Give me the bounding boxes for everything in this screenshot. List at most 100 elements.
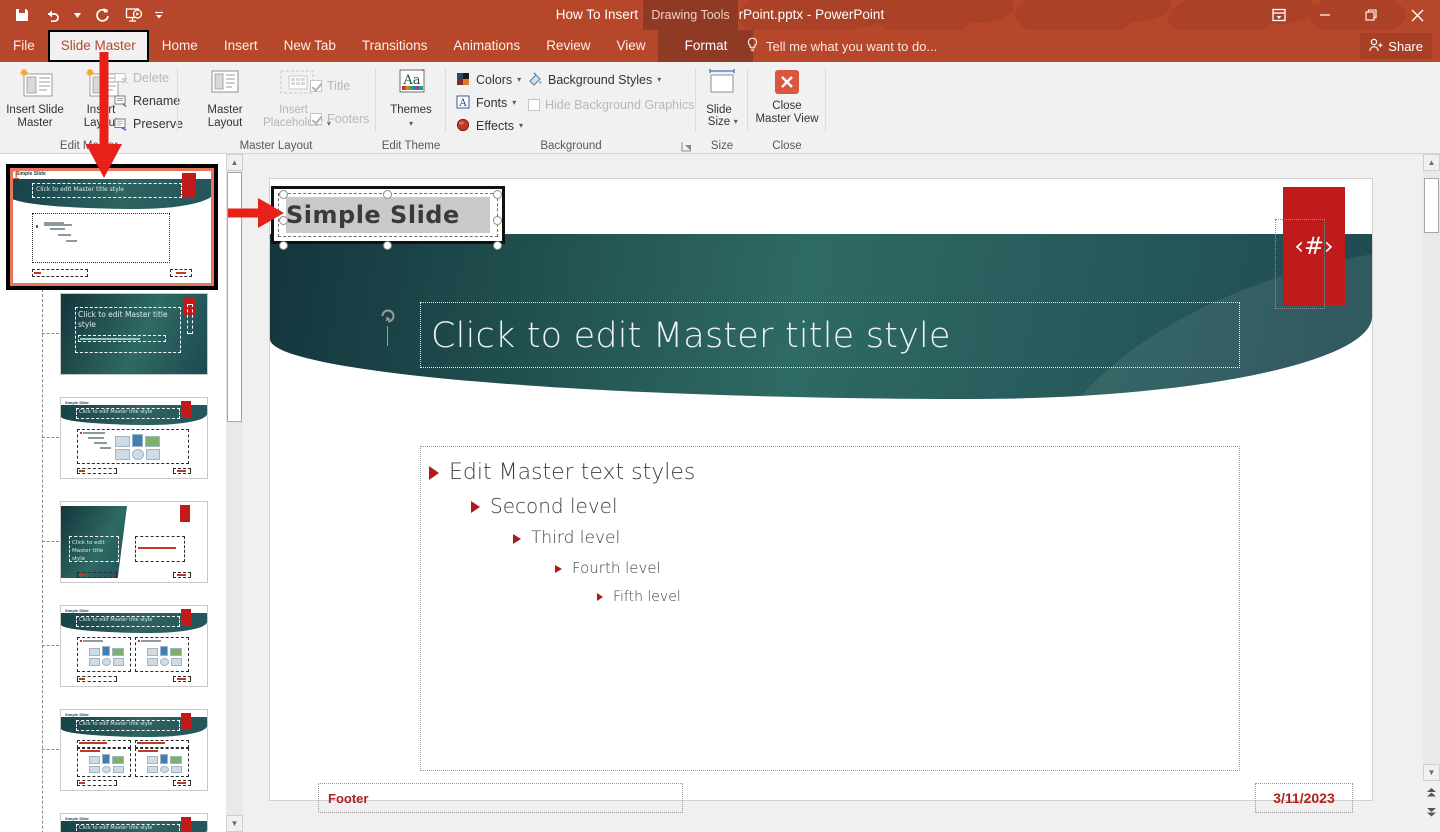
thumbnail-layout-title-only[interactable]: Simple Slide Click to edit Master title … <box>60 813 208 832</box>
resize-handle-s[interactable] <box>383 241 392 250</box>
resize-handle-nw[interactable] <box>279 190 288 199</box>
tab-view[interactable]: View <box>603 30 658 62</box>
thumbnail-layout-comparison[interactable]: Simple Slide Click to edit Master title … <box>60 709 208 791</box>
master-layout-button[interactable]: Master Layout <box>192 62 258 130</box>
tab-review[interactable]: Review <box>533 30 603 62</box>
customize-qat-icon[interactable] <box>154 5 164 25</box>
body-level-5[interactable]: Fifth level <box>597 583 1239 611</box>
svg-text:Aa: Aa <box>402 73 420 88</box>
save-icon[interactable] <box>12 5 32 25</box>
resize-handle-ne[interactable] <box>493 190 502 199</box>
thumbnail-layout-title-content[interactable]: Simple Slide Click to edit Master title … <box>60 397 208 479</box>
delete-master-button[interactable]: Delete <box>110 66 187 89</box>
selected-text[interactable]: Simple Slide <box>286 197 490 233</box>
insert-slide-master-button[interactable]: Insert Slide Master <box>2 62 68 130</box>
master-body-placeholder[interactable]: Edit Master text styles Second level Thi… <box>420 446 1240 771</box>
undo-icon[interactable] <box>43 5 63 25</box>
scroll-up-button[interactable]: ▲ <box>1423 154 1440 171</box>
tab-new-tab[interactable]: New Tab <box>271 30 349 62</box>
thumbnail-layout-title-slide[interactable]: Click to edit Master title style <box>60 293 208 375</box>
slide-canvas[interactable]: Click to edit Master title style ‹#› Edi… <box>269 178 1373 813</box>
bullet-triangle-icon <box>429 466 439 480</box>
background-dialog-launcher[interactable] <box>680 140 692 152</box>
rename-master-button[interactable]: Rename <box>110 89 187 112</box>
close-button[interactable] <box>1394 0 1440 30</box>
scroll-up-button[interactable]: ▲ <box>226 154 243 171</box>
thumbnail-slide-master[interactable]: Simple Slide Click to edit Master title … <box>6 164 218 290</box>
tab-transitions[interactable]: Transitions <box>349 30 441 62</box>
slide-edit-area: Click to edit Master title style ‹#› Edi… <box>269 154 1415 832</box>
previous-slide-button[interactable] <box>1423 784 1440 801</box>
pane-splitter[interactable] <box>243 154 269 832</box>
tab-insert[interactable]: Insert <box>211 30 271 62</box>
theme-fonts-button[interactable]: A Fonts ▾ <box>452 91 527 114</box>
body-level-2[interactable]: Second level <box>471 490 1239 523</box>
thumbnail-layout-two-content[interactable]: Simple Slide Click to edit Master title … <box>60 605 208 687</box>
scrollbar-track[interactable] <box>1423 171 1440 764</box>
themes-button[interactable]: Aa Themes ▾ <box>378 62 444 130</box>
date-placeholder[interactable]: 3/11/2023 <box>1255 783 1353 813</box>
body-level-1-text: Edit Master text styles <box>449 460 696 485</box>
resize-handle-sw[interactable] <box>279 241 288 250</box>
resize-handle-e[interactable] <box>493 216 502 225</box>
theme-colors-icon <box>457 73 469 85</box>
resize-handle-w[interactable] <box>279 216 288 225</box>
minimize-button[interactable] <box>1302 0 1348 30</box>
slide-number-placeholder[interactable]: ‹#› <box>1283 187 1345 305</box>
theme-colors-button[interactable]: Colors ▾ <box>452 68 527 91</box>
redo-icon[interactable] <box>92 5 112 25</box>
ribbon-tabs: File Slide Master Home Insert New Tab Tr… <box>0 30 754 62</box>
mini-title-text: Click to edit Master title style <box>79 409 153 415</box>
resize-handle-se[interactable] <box>493 241 502 250</box>
tell-me-box[interactable]: Tell me what you want to do... <box>746 30 937 62</box>
tab-format[interactable]: Format <box>658 30 754 62</box>
rotation-handle-icon[interactable] <box>379 306 397 324</box>
thumbnail-pane-scrollbar[interactable]: ▲ ▼ <box>226 154 243 832</box>
body-level-1[interactable]: Edit Master text styles <box>429 456 1239 490</box>
tab-file[interactable]: File <box>0 30 48 62</box>
master-layout-icon <box>211 70 239 93</box>
group-label-edit-theme: Edit Theme <box>381 140 441 152</box>
tab-animations[interactable]: Animations <box>440 30 533 62</box>
slide-area-scrollbar[interactable]: ▲ ▼ <box>1423 154 1440 832</box>
scroll-down-button[interactable]: ▼ <box>226 815 243 832</box>
share-button[interactable]: Share <box>1360 33 1432 59</box>
resize-handle-n[interactable] <box>383 190 392 199</box>
thumbnail-layout-section-header[interactable]: Click to edit Master title style <box>60 501 208 583</box>
master-title-placeholder[interactable]: Click to edit Master title style <box>420 302 1240 368</box>
title-checkbox-row[interactable]: Title <box>306 74 373 97</box>
body-level-3[interactable]: Third level <box>513 523 1239 554</box>
ribbon-display-options-button[interactable] <box>1256 0 1302 30</box>
body-level-4[interactable]: Fourth level <box>555 554 1239 583</box>
ribbon: Insert SlideMaster InsertLayout Delete <box>0 62 1440 211</box>
next-slide-button[interactable] <box>1423 804 1440 821</box>
restore-button[interactable] <box>1348 0 1394 30</box>
ribbon-group-edit-master: Insert SlideMaster InsertLayout Delete <box>0 62 183 154</box>
scrollbar-thumb[interactable] <box>227 172 242 422</box>
tab-slide-master[interactable]: Slide Master <box>47 30 149 62</box>
start-slideshow-icon[interactable] <box>123 5 143 25</box>
undo-dropdown-icon[interactable] <box>74 5 81 25</box>
footer-placeholder[interactable]: Footer <box>318 783 683 813</box>
theme-effects-button[interactable]: Effects ▾ <box>452 114 527 137</box>
contextual-tab-group-label: Drawing Tools <box>643 0 738 30</box>
mini-simple-slide-tag: Simple Slide <box>16 171 46 177</box>
footers-checkbox-row[interactable]: Footers <box>306 107 373 130</box>
scrollbar-thumb[interactable] <box>1424 178 1439 233</box>
title-checkbox[interactable] <box>310 79 322 92</box>
background-styles-icon <box>529 72 542 86</box>
slide-thumbnail-pane[interactable]: Simple Slide Click to edit Master title … <box>0 154 226 832</box>
preserve-master-button[interactable]: Preserve <box>110 112 187 135</box>
hide-background-graphics-checkbox[interactable] <box>528 98 540 111</box>
background-styles-button[interactable]: Background Styles ▾ <box>524 68 698 91</box>
mini-title-text: Click to edit Master title style <box>79 825 153 831</box>
tab-home[interactable]: Home <box>149 30 211 62</box>
scroll-down-button[interactable]: ▼ <box>1423 764 1440 781</box>
chevron-down-icon: ▾ <box>517 75 522 84</box>
connector-5 <box>42 645 59 646</box>
footers-checkbox[interactable] <box>310 112 322 125</box>
hide-background-graphics-row[interactable]: Hide Background Graphics <box>524 93 698 116</box>
close-master-view-button[interactable]: Close Master View <box>748 62 826 126</box>
mini-title-text: Click to edit Master title style <box>79 617 153 623</box>
slide-size-button[interactable]: Slide Size ▾ <box>696 62 748 128</box>
